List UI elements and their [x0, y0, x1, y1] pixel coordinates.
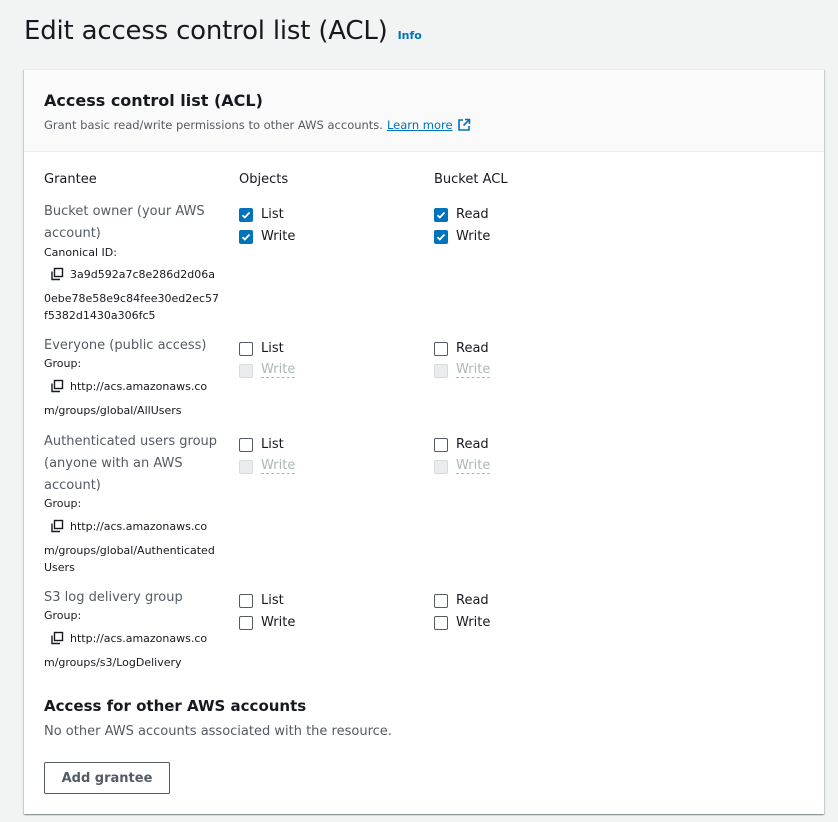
grantee-id-value: 3a9d592a7c8e286d2d06a	[70, 268, 215, 281]
copy-icon[interactable]	[50, 379, 64, 393]
grantee-name-line: Everyone (public access)	[44, 338, 207, 353]
checkbox-label: Write	[261, 362, 296, 378]
grantee-id-label: Group:	[44, 609, 82, 622]
copy-icon[interactable]	[50, 267, 64, 281]
bucket-acl-write-checkbox: Write	[434, 458, 491, 474]
grantee-id-value: m/groups/global/Authenticated	[44, 544, 215, 557]
grantee-name-line: Authenticated users group	[44, 434, 218, 449]
grantee-name-line: (anyone with an AWS	[44, 456, 183, 471]
checkbox-box[interactable]	[239, 229, 253, 244]
add-grantee-button[interactable]: Add grantee	[44, 762, 170, 794]
checkbox-label: Read	[456, 437, 489, 452]
external-link-icon	[457, 118, 470, 131]
objects-write-checkbox[interactable]: Write	[239, 229, 295, 244]
grantee-id-value: http://acs.amazonaws.co	[70, 380, 208, 393]
grantee-id-label: Group:	[44, 497, 82, 510]
checkbox-label: Write	[456, 229, 491, 244]
bucket-acl-write-checkbox[interactable]: Write	[434, 615, 490, 630]
other-accounts-description: No other AWS accounts associated with th…	[44, 724, 392, 739]
objects-write-checkbox[interactable]: Write	[239, 615, 295, 630]
grantee-id-value: f5382d1430a306fc5	[44, 309, 156, 322]
grantee-id-value: 0ebe78e58e9c84fee30ed2ec57	[44, 292, 220, 305]
page-title: Edit access control list (ACL)	[24, 16, 388, 46]
checkbox-label: Write	[261, 229, 296, 244]
checkbox-label: List	[261, 207, 284, 222]
grantee-id-value: http://acs.amazonaws.co	[70, 520, 208, 533]
grantee-id-value: m/groups/global/AllUsers	[44, 404, 182, 417]
checkbox-label: Write	[261, 458, 296, 474]
bucket-acl-write-checkbox[interactable]: Write	[434, 229, 490, 244]
learn-more-label: Learn more	[386, 118, 453, 132]
objects-list-checkbox[interactable]: List	[239, 207, 284, 222]
column-header-objects: Objects	[239, 172, 289, 187]
copy-icon[interactable]	[50, 519, 64, 533]
grantee-id-value: http://acs.amazonaws.co	[70, 632, 208, 645]
other-accounts-title: Access for other AWS accounts	[44, 697, 307, 715]
acl-section-title: Access control list (ACL)	[44, 91, 263, 110]
bucket-acl-read-checkbox[interactable]: Read	[434, 593, 489, 608]
page-header: Edit access control list (ACL) Info	[24, 16, 422, 46]
checkbox-label: Read	[456, 341, 489, 356]
checkbox-box[interactable]	[434, 207, 448, 222]
bucket-acl-write-checkbox: Write	[434, 362, 491, 378]
checkbox-box[interactable]	[239, 341, 253, 356]
checkbox-box	[434, 459, 448, 474]
checkbox-box[interactable]	[434, 437, 448, 452]
grantee-name: Authenticated users group (anyone with an…	[44, 431, 224, 497]
checkbox-label: Write	[261, 615, 296, 630]
bucket-acl-read-checkbox[interactable]: Read	[434, 207, 489, 222]
checkbox-box	[434, 363, 448, 378]
grantee-name-line: account)	[44, 226, 101, 241]
checkbox-box[interactable]	[239, 615, 253, 630]
checkbox-label: List	[261, 341, 284, 356]
objects-write-checkbox: Write	[239, 458, 296, 474]
grantee-name-line: account)	[44, 478, 101, 493]
objects-list-checkbox[interactable]: List	[239, 341, 284, 356]
grantee-id-label: Canonical ID:	[44, 246, 117, 259]
checkbox-box	[239, 459, 253, 474]
objects-list-checkbox[interactable]: List	[239, 593, 284, 608]
checkbox-label: Read	[456, 207, 489, 222]
checkbox-box[interactable]	[239, 437, 253, 452]
grantee-name: Bucket owner (your AWS account)	[44, 201, 224, 245]
grantee-id-value: m/groups/s3/LogDelivery	[44, 656, 182, 669]
checkbox-label: List	[261, 593, 284, 608]
checkbox-box[interactable]	[239, 593, 253, 608]
learn-more-link[interactable]: Learn more	[387, 118, 471, 132]
acl-header: Access control list (ACL) Grant basic re…	[24, 70, 824, 152]
checkbox-box[interactable]	[434, 341, 448, 356]
checkbox-box[interactable]	[434, 593, 448, 608]
column-header-grantee: Grantee	[44, 172, 97, 187]
checkbox-label: Read	[456, 593, 489, 608]
checkbox-box[interactable]	[434, 229, 448, 244]
grantee-name: Everyone (public access)	[44, 335, 224, 357]
copy-icon[interactable]	[50, 631, 64, 645]
checkbox-label: Write	[456, 615, 491, 630]
grantee-id-label: Group:	[44, 357, 82, 370]
grantee-name-line: Bucket owner (your AWS	[44, 204, 205, 219]
info-link[interactable]: Info	[398, 29, 422, 42]
objects-list-checkbox[interactable]: List	[239, 437, 284, 452]
checkbox-label: Write	[456, 458, 491, 474]
checkbox-box	[239, 363, 253, 378]
grantee-name-line: S3 log delivery group	[44, 590, 183, 605]
bucket-acl-read-checkbox[interactable]: Read	[434, 437, 489, 452]
column-header-bucket-acl: Bucket ACL	[434, 172, 508, 187]
acl-container: Access control list (ACL) Grant basic re…	[24, 69, 824, 814]
checkbox-box[interactable]	[239, 207, 253, 222]
grantee-id-value: Users	[44, 561, 75, 574]
checkbox-box[interactable]	[434, 615, 448, 630]
grantee-name: S3 log delivery group	[44, 587, 224, 609]
bucket-acl-read-checkbox[interactable]: Read	[434, 341, 489, 356]
objects-write-checkbox: Write	[239, 362, 296, 378]
acl-description: Grant basic read/write permissions to ot…	[44, 118, 804, 132]
acl-description-text: Grant basic read/write permissions to ot…	[44, 118, 383, 132]
checkbox-label: List	[261, 437, 284, 452]
checkbox-label: Write	[456, 362, 491, 378]
